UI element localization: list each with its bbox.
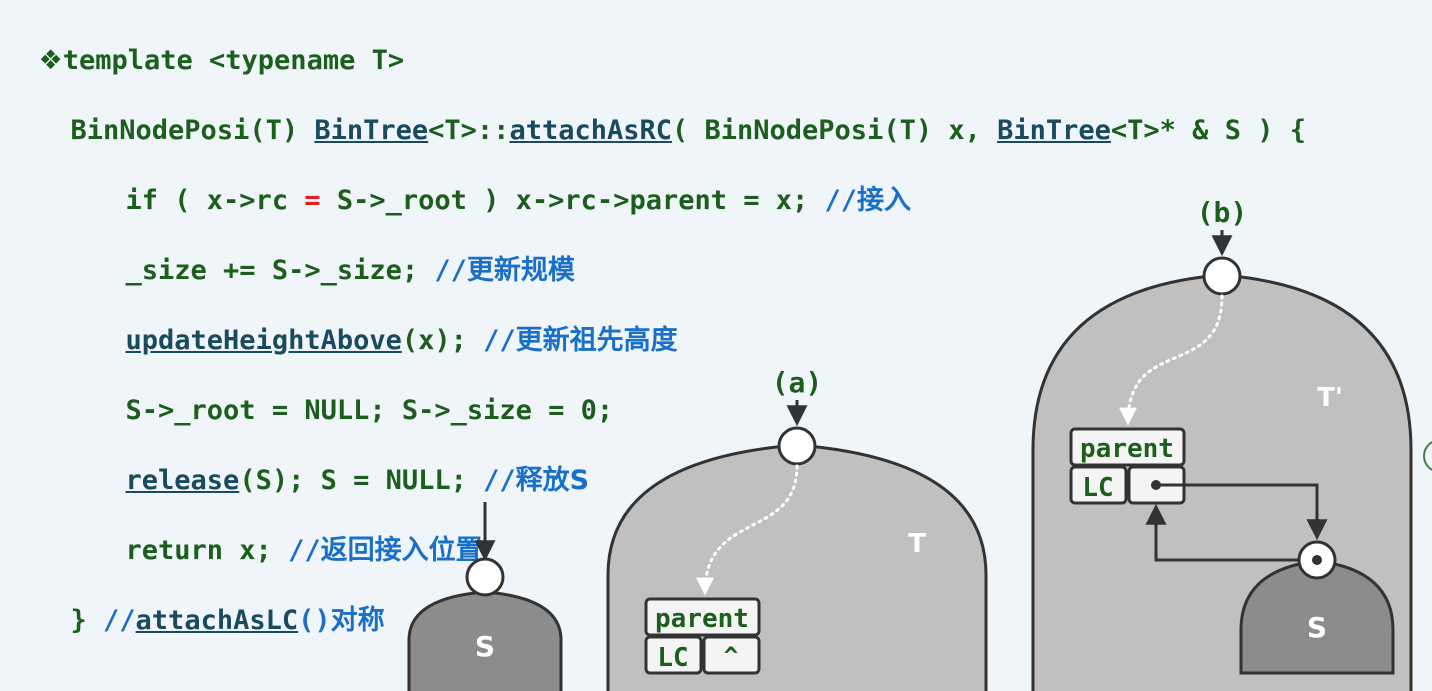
root-node-a [777,426,817,466]
subtree-s-left: S [407,502,563,691]
label-a: (a) [772,366,823,399]
root-node-b [1202,256,1242,296]
cell-parent-b-label: parent [1080,434,1174,464]
tree-t: (a) T parent LC ^ [606,366,988,691]
cell-null-a-label: ^ [724,642,738,670]
cell-parent-a-label: parent [655,604,749,634]
tree-diagrams: S (a) T parent LC ^ (b) T' parent LC S [407,196,1432,691]
partial-circle-edge [1423,441,1432,471]
label-s-right: S [1307,611,1327,644]
label-t: T [908,529,926,559]
cell-lc-a-label: LC [657,643,688,673]
tree-t-prime: (b) T' parent LC S [1031,196,1413,691]
cell-lc-b-label: LC [1082,473,1113,503]
label-s-left: S [475,630,495,663]
label-b: (b) [1197,196,1248,229]
root-node-s-left [465,557,505,597]
label-t-prime: T' [1317,383,1343,413]
